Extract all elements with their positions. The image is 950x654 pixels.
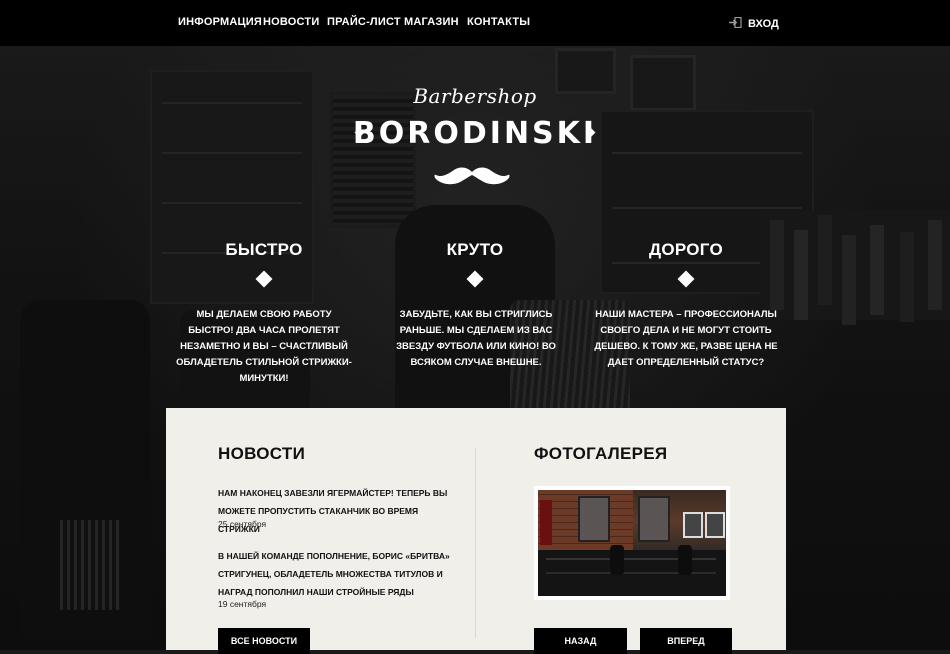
gallery-section-title: ФОТОГАЛЕРЕЯ (534, 444, 668, 463)
nav-item-price-list[interactable]: ПРАЙС-ЛИСТ (327, 16, 401, 28)
mustache-icon (434, 166, 510, 193)
feature-text-expensive: НАШИ МАСТЕРА – ПРОФЕССИОНАЛЫ СВОЕГО ДЕЛА… (594, 309, 778, 368)
feature-text-cool: ЗАБУДЬТЕ, КАК ВЫ СТРИГЛИСЬ РАНЬШЕ. МЫ СД… (396, 309, 556, 368)
gallery-prev-button[interactable]: НАЗАД (534, 628, 627, 654)
feature-text-fast: МЫ ДЕЛАЕМ СВОЮ РАБОТУ БЫСТРО! ДВА ЧАСА П… (176, 309, 352, 384)
login-icon (729, 15, 742, 33)
gallery-photo-image (538, 490, 726, 596)
photo-mirror (578, 496, 610, 542)
feature-title-expensive: ДОРОГО (648, 240, 724, 259)
gallery-photo[interactable] (534, 486, 730, 600)
photo-chair (678, 545, 692, 575)
nav-item-news[interactable]: НОВОСТИ (263, 16, 319, 28)
logo-script-text: Barbershop (413, 84, 537, 108)
news-item-date: 25 сентября (218, 519, 267, 529)
photo-chair (610, 545, 624, 575)
nav-item-contacts[interactable]: КОНТАКТЫ (467, 16, 530, 28)
content-panel: НОВОСТИ НАМ НАКОНЕЦ ЗАВЕЗЛИ ЯГЕРМАЙСТЕР!… (166, 408, 786, 654)
news-section-title: НОВОСТИ (218, 444, 306, 463)
login-link[interactable]: ВХОД (729, 15, 779, 33)
nav-item-info[interactable]: ИНФОРМАЦИЯ (178, 16, 262, 28)
gallery-next-button[interactable]: ВПЕРЕД (640, 628, 732, 654)
photo-mirror (638, 496, 670, 542)
feature-title-fast: БЫСТРО (225, 240, 303, 259)
all-news-button[interactable]: ВСЕ НОВОСТИ (218, 628, 310, 654)
photo-wall-picture (683, 512, 703, 538)
top-nav: ИНФОРМАЦИЯ НОВОСТИ ПРАЙС-ЛИСТ МАГАЗИН КО… (0, 0, 950, 46)
photo-wall-picture (705, 512, 725, 538)
news-item-date: 19 сентября (218, 599, 267, 609)
nav-item-shop[interactable]: МАГАЗИН (404, 16, 459, 28)
news-item-title[interactable]: НАМ НАКОНЕЦ ЗАВЕЗЛИ ЯГЕРМАЙСТЕР! ТЕПЕРЬ … (218, 484, 458, 538)
feature-title-cool: КРУТО (446, 240, 504, 259)
news-item-title[interactable]: В НАШЕЙ КОМАНДЕ ПОПОЛНЕНИЕ, БОРИС «БРИТВ… (218, 547, 458, 601)
logo-name: BORODINSKI (352, 116, 598, 151)
section-divider (475, 448, 476, 638)
login-label: ВХОД (748, 18, 779, 30)
photo-curtain (540, 500, 552, 545)
photo-counter (538, 550, 726, 596)
